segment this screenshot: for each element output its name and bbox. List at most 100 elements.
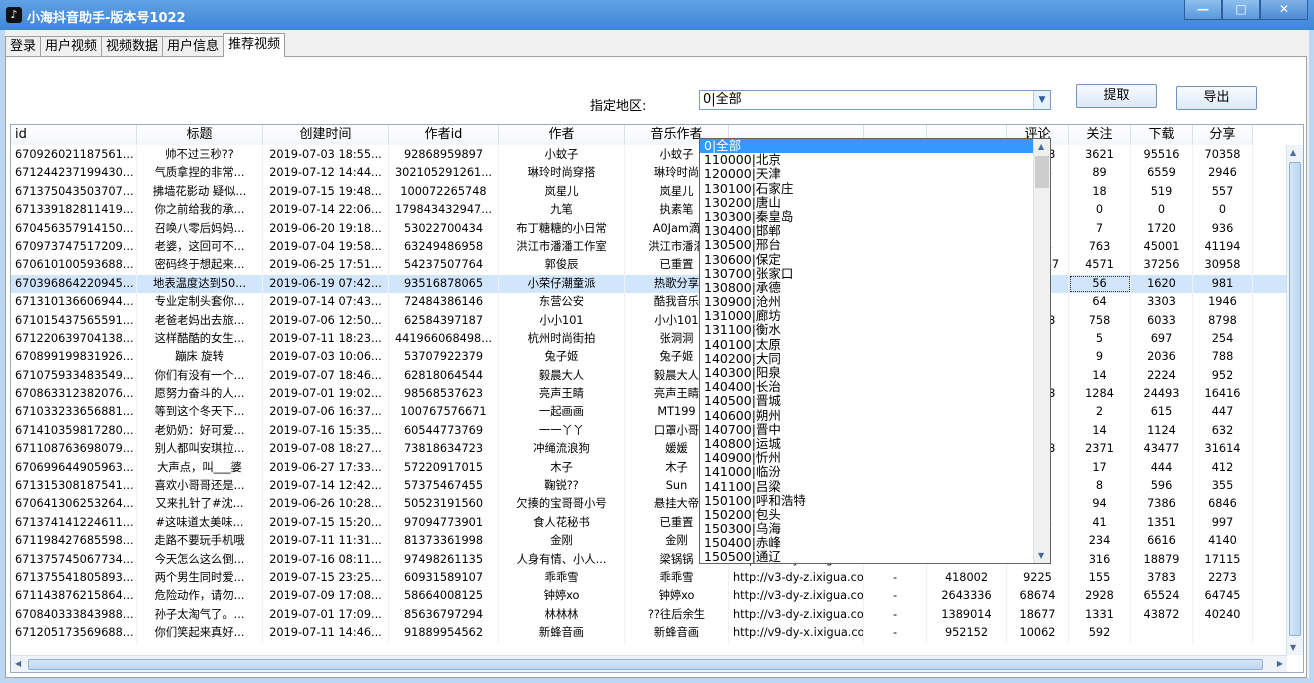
cell-created-time[interactable]: 2019-07-03 10:06...: [263, 348, 389, 367]
cell-author-id[interactable]: 72484386146: [389, 293, 499, 312]
horizontal-scrollbar[interactable]: ◀ ▶: [11, 655, 1287, 672]
maximize-button[interactable]: □: [1222, 0, 1260, 20]
cell-downloads[interactable]: 1124: [1131, 421, 1193, 441]
cell-downloads[interactable]: 596: [1131, 477, 1193, 496]
cell-created-time[interactable]: 2019-07-04 19:58...: [263, 237, 389, 257]
cell-shares[interactable]: 254: [1193, 329, 1253, 349]
cell-id[interactable]: 670456357914150...: [11, 219, 137, 238]
table-row[interactable]: 671244237199430... 气质拿捏的非常... 2019-07-12 1…: [11, 164, 1291, 183]
cell-shares[interactable]: 30958: [1193, 256, 1253, 275]
tab-user-info[interactable]: 用户信息: [162, 36, 225, 56]
region-option[interactable]: 150100|呼和浩特: [700, 493, 1050, 508]
cell-shares[interactable]: [1193, 624, 1253, 643]
cell-shares[interactable]: 557: [1193, 182, 1253, 202]
cell-downloads[interactable]: 0: [1131, 201, 1193, 220]
cell-id[interactable]: 670641306253264...: [11, 495, 137, 514]
cell-author[interactable]: 郭俊辰: [499, 256, 625, 275]
cell-id[interactable]: 671310136606944...: [11, 293, 137, 312]
cell-author[interactable]: 亮声王睛: [499, 385, 625, 404]
cell-id[interactable]: 670926021187561...: [11, 146, 137, 165]
cell-created-time[interactable]: 2019-07-11 11:31...: [263, 532, 389, 551]
cell-author[interactable]: 九笔: [499, 201, 625, 220]
tab-recommended-videos[interactable]: 推荐视频: [223, 33, 286, 57]
cell-created-time[interactable]: 2019-07-08 18:27...: [263, 440, 389, 459]
cell-title[interactable]: 别人都叫安琪拉...: [137, 440, 263, 459]
cell-author[interactable]: 欠揍的宝哥哥小号: [499, 495, 625, 514]
cell-follows[interactable]: 234: [1069, 532, 1131, 551]
table-row[interactable]: 671315308187541... 喜欢小哥哥还是... 2019-07-14 1…: [11, 477, 1291, 496]
cell-id[interactable]: 671375745067734...: [11, 550, 137, 569]
cell-shares[interactable]: 952: [1193, 366, 1253, 386]
cell-id[interactable]: 670610100593688...: [11, 256, 137, 275]
cell-created-time[interactable]: 2019-06-20 19:18...: [263, 219, 389, 238]
cell-title[interactable]: 喜欢小哥哥还是...: [137, 477, 263, 496]
table-row[interactable]: 670863312382076... 愿努力奋斗的人... 2019-07-01 1…: [11, 385, 1291, 404]
cell-follows[interactable]: 17: [1069, 458, 1131, 478]
cell-created-time[interactable]: 2019-07-14 07:43...: [263, 293, 389, 312]
column-header-author[interactable]: 作者: [499, 125, 625, 145]
table-row[interactable]: 670899199831926... 蹦床 旋转 2019-07-03 10:06.…: [11, 348, 1291, 367]
cell-created-time[interactable]: 2019-07-16 15:35...: [263, 421, 389, 441]
cell-id[interactable]: 671315308187541...: [11, 477, 137, 496]
column-header-author-id[interactable]: 作者id: [389, 125, 499, 145]
region-option[interactable]: 120000|天津: [700, 167, 1050, 181]
region-option[interactable]: 0|全部: [700, 139, 1050, 154]
cell-title[interactable]: 密码终于想起来...: [137, 256, 263, 275]
cell-follows[interactable]: 3621: [1069, 146, 1131, 165]
cell-title[interactable]: 走路不要玩手机哦: [137, 532, 263, 551]
cell-created-time[interactable]: 2019-06-26 10:28...: [263, 495, 389, 514]
cell-author[interactable]: 新蜂音画: [499, 624, 625, 643]
cell-follows[interactable]: 14: [1069, 421, 1131, 441]
cell-id[interactable]: 671198427685598...: [11, 532, 137, 551]
fetch-button[interactable]: 提取: [1076, 84, 1157, 108]
cell-shares[interactable]: 788: [1193, 348, 1253, 367]
column-header-shares[interactable]: 分享: [1193, 125, 1253, 145]
region-option[interactable]: 150300|乌海: [700, 521, 1050, 536]
tab-user-videos[interactable]: 用户视频: [40, 36, 103, 56]
cell-follows[interactable]: 592: [1069, 624, 1131, 643]
table-row[interactable]: 671374141224611... #这味道太美味... 2019-07-15 1…: [11, 513, 1291, 533]
cell-shares[interactable]: 447: [1193, 403, 1253, 422]
cell-id[interactable]: 670396864220945...: [11, 274, 137, 294]
cell-id[interactable]: 670699644905963...: [11, 458, 137, 478]
table-row[interactable]: 671198427685598... 走路不要玩手机哦 2019-07-11 11:…: [11, 532, 1291, 551]
cell-id[interactable]: 671108763698079...: [11, 440, 137, 459]
cell-follows[interactable]: 4571: [1069, 256, 1131, 275]
cell-shares[interactable]: 981: [1193, 274, 1253, 294]
cell-id[interactable]: 671075933483549...: [11, 366, 137, 386]
cell-shares[interactable]: 31614: [1193, 440, 1253, 459]
cell-author[interactable]: 小蚊子: [499, 146, 625, 165]
cell-created-time[interactable]: 2019-07-16 08:11...: [263, 550, 389, 569]
cell-downloads[interactable]: 3303: [1131, 293, 1193, 312]
cell-author[interactable]: 兔子姬: [499, 348, 625, 367]
table-row[interactable]: 670699644905963... 大声点，叫___婆 2019-06-27 17…: [11, 458, 1291, 478]
cell-id[interactable]: 671375541805893...: [11, 568, 137, 588]
cell-title[interactable]: 召唤八零后妈妈...: [137, 219, 263, 238]
minimize-button[interactable]: —: [1184, 0, 1222, 20]
cell-play-count[interactable]: 952152: [927, 624, 1007, 643]
cell-author[interactable]: 岚星儿: [499, 182, 625, 202]
cell-downloads[interactable]: 2036: [1131, 348, 1193, 367]
cell-created-time[interactable]: 2019-07-14 12:42...: [263, 477, 389, 496]
scroll-down-icon[interactable]: ▼: [1038, 551, 1044, 560]
cell-play-count[interactable]: 2643336: [927, 587, 1007, 606]
cell-follows[interactable]: 1284: [1069, 385, 1131, 404]
export-button[interactable]: 导出: [1176, 86, 1257, 110]
region-select[interactable]: 0|全部 ▼: [699, 90, 1051, 110]
close-button[interactable]: ✕: [1260, 0, 1308, 20]
cell-title[interactable]: 你们有没有一个...: [137, 366, 263, 386]
cell-author[interactable]: 小小101: [499, 311, 625, 330]
scroll-up-icon[interactable]: ▲: [1038, 142, 1044, 151]
cell-author[interactable]: 木子: [499, 458, 625, 478]
cell-author-id[interactable]: 57220917015: [389, 458, 499, 478]
cell-created-time[interactable]: 2019-07-06 16:37...: [263, 403, 389, 422]
cell-created-time[interactable]: 2019-07-15 15:20...: [263, 513, 389, 533]
cell-id[interactable]: 671220639704138...: [11, 329, 137, 349]
table-row[interactable]: 671339182811419... 你之前给我的承... 2019-07-14 2…: [11, 201, 1291, 220]
region-option[interactable]: 140600|朔州: [700, 408, 1050, 423]
region-option[interactable]: 140700|晋中: [700, 422, 1050, 437]
cell-author[interactable]: 毅晨大人: [499, 366, 625, 386]
region-option[interactable]: 130900|沧州: [700, 294, 1050, 309]
cell-follows[interactable]: 8: [1069, 477, 1131, 496]
cell-created-time[interactable]: 2019-07-01 17:09...: [263, 605, 389, 625]
